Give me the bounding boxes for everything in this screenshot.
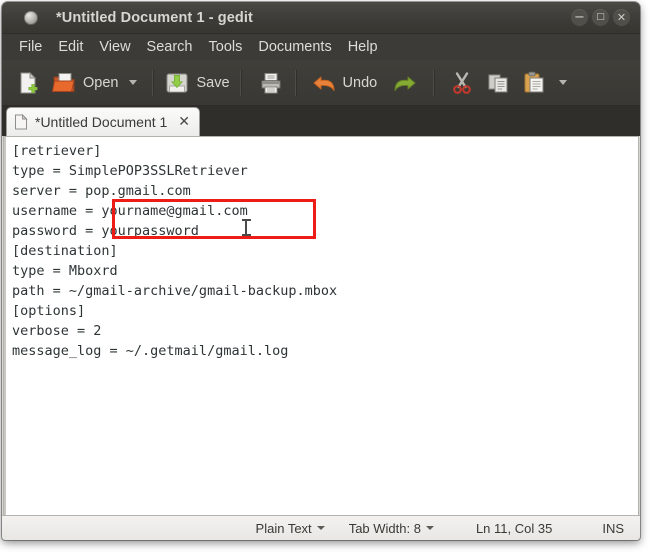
copy-button[interactable] bbox=[480, 65, 516, 101]
insert-mode-label: INS bbox=[602, 520, 624, 536]
toolbar-separator bbox=[294, 69, 296, 96]
new-document-button[interactable] bbox=[10, 65, 46, 101]
open-dropdown-icon[interactable] bbox=[129, 80, 138, 85]
redo-arrow-icon bbox=[391, 69, 419, 97]
open-folder-icon bbox=[50, 69, 78, 97]
undo-button[interactable]: Undo bbox=[306, 65, 382, 101]
print-button[interactable] bbox=[253, 65, 289, 101]
maximize-button[interactable]: □ bbox=[592, 9, 609, 26]
paste-dropdown-icon[interactable] bbox=[559, 80, 568, 85]
tab-width-dropdown-icon[interactable] bbox=[425, 526, 434, 530]
tab-untitled-document-1[interactable]: *Untitled Document 1 ✕ bbox=[6, 107, 201, 136]
cut-button[interactable] bbox=[444, 65, 480, 101]
save-label: Save bbox=[196, 74, 230, 91]
scissors-icon bbox=[448, 69, 476, 97]
window-controls: − □ ✕ bbox=[571, 2, 630, 33]
menu-item-view[interactable]: View bbox=[91, 37, 138, 57]
minimize-icon: − bbox=[574, 10, 585, 25]
open-label: Open bbox=[83, 74, 119, 91]
cursor-position-label: Ln 11, Col 35 bbox=[475, 520, 553, 536]
language-selector[interactable]: Plain Text bbox=[256, 521, 325, 536]
cursor-position: Ln 11, Col 35 bbox=[476, 521, 552, 536]
printer-icon bbox=[257, 69, 285, 97]
undo-arrow-icon bbox=[310, 69, 338, 97]
language-label: Plain Text bbox=[255, 520, 312, 536]
paste-clipboard-icon bbox=[520, 69, 548, 97]
app-icon bbox=[24, 10, 38, 25]
document-icon bbox=[14, 113, 28, 130]
menu-item-edit[interactable]: Edit bbox=[50, 37, 91, 57]
language-dropdown-icon[interactable] bbox=[316, 526, 325, 530]
close-icon: ✕ bbox=[616, 11, 627, 24]
tab-width-label: Tab Width: 8 bbox=[348, 520, 421, 536]
toolbar: Open Save Undo bbox=[2, 60, 640, 106]
window-title: *Untitled Document 1 - gedit bbox=[56, 9, 253, 26]
insert-mode[interactable]: INS bbox=[602, 521, 624, 536]
minimize-button[interactable]: − bbox=[571, 9, 588, 26]
close-button[interactable]: ✕ bbox=[613, 9, 630, 26]
menu-item-help[interactable]: Help bbox=[340, 37, 386, 57]
menu-item-search[interactable]: Search bbox=[139, 37, 201, 57]
paste-button[interactable] bbox=[516, 65, 576, 101]
menu-bar: File Edit View Search Tools Documents He… bbox=[2, 34, 640, 60]
redo-button[interactable] bbox=[387, 65, 423, 101]
tab-strip: *Untitled Document 1 ✕ bbox=[2, 106, 640, 136]
maximize-icon: □ bbox=[596, 12, 605, 22]
document-notebook: *Untitled Document 1 ✕ [retriever] type … bbox=[2, 106, 640, 515]
menu-item-documents[interactable]: Documents bbox=[250, 37, 339, 57]
toolbar-separator bbox=[239, 69, 241, 96]
copy-documents-icon bbox=[484, 69, 512, 97]
editor-content[interactable]: [retriever] type = SimplePOP3SSLRetrieve… bbox=[12, 141, 337, 361]
editor-gutter bbox=[4, 137, 6, 515]
status-bar: Plain Text Tab Width: 8 Ln 11, Col 35 IN… bbox=[2, 515, 640, 540]
open-button[interactable]: Open bbox=[46, 65, 146, 101]
new-document-icon bbox=[14, 69, 42, 97]
save-button[interactable]: Save bbox=[159, 65, 233, 101]
editor-view[interactable]: [retriever] type = SimplePOP3SSLRetrieve… bbox=[3, 136, 639, 515]
gedit-window: *Untitled Document 1 - gedit − □ ✕ File … bbox=[2, 2, 640, 540]
tab-title: *Untitled Document 1 bbox=[35, 114, 168, 130]
toolbar-separator bbox=[433, 69, 435, 96]
menu-item-tools[interactable]: Tools bbox=[201, 37, 251, 57]
title-bar: *Untitled Document 1 - gedit − □ ✕ bbox=[2, 2, 640, 34]
tab-close-icon[interactable]: ✕ bbox=[177, 115, 191, 129]
text-cursor-icon bbox=[242, 219, 251, 236]
tab-width-selector[interactable]: Tab Width: 8 bbox=[349, 521, 434, 536]
toolbar-separator bbox=[152, 69, 154, 96]
undo-label: Undo bbox=[342, 74, 378, 91]
menu-item-file[interactable]: File bbox=[11, 37, 50, 57]
save-disk-icon bbox=[163, 69, 191, 97]
